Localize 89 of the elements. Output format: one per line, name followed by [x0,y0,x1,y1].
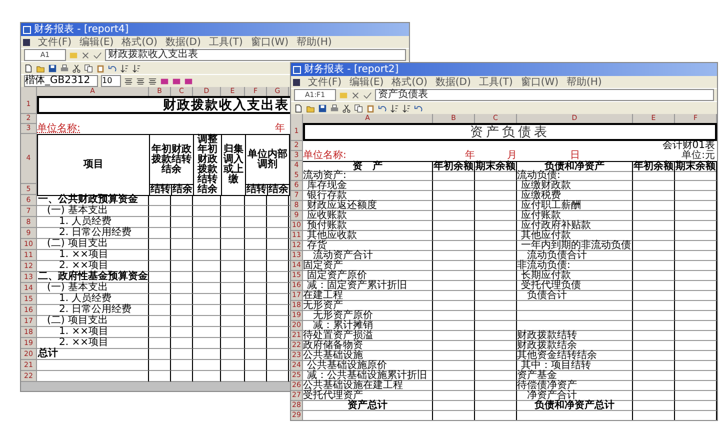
menu-item[interactable]: 工具(T) [208,36,243,48]
table-cell: 其他应收款 [303,231,433,241]
table-cell: 减：累计摊销 [303,321,433,331]
table-cell: 二、政府性基金预算资金 [37,272,149,283]
menu-item[interactable]: 格式(O) [392,76,428,88]
table-cell: 财政拨款结余 [517,341,633,351]
table-cell: 减：公共基础设施累计折旧 [303,371,433,381]
table-cell: (一) 基本支出 [37,206,149,217]
table-cell: (二) 项目支出 [37,316,149,327]
table-cell: 1. ××项目 [37,250,149,261]
table-cell: 受托代理负债 [517,281,633,291]
year-label: 年 [465,151,475,161]
table-cell: 非流动负债: [517,261,633,271]
table-cell: 待处置资产损溢 [303,331,433,341]
table-cell: 待偿债净资产 [517,381,633,391]
table-cell: 一年内到期的非流动负债 [517,241,633,251]
table-cell: 负债和净资产总计 [517,401,633,411]
table-cell: 负债合计 [517,291,633,301]
font-name-dropdown[interactable]: 楷体_GB2312 [24,75,98,87]
table-cell: 减：固定资产累计折旧 [303,281,433,291]
table-cell: 应缴税费 [517,191,633,201]
menu-item[interactable]: 窗口(W) [250,36,289,48]
table-cell: 流动负债合计 [517,251,633,261]
column-heading: 归集调入或上缴 [221,134,246,196]
table-cell: 库存现金 [303,181,433,191]
table-cell: 其他应付款 [517,231,633,241]
table-cell: 应收账款 [303,211,433,221]
table-cell: 1. 人员经费 [37,217,149,228]
table-cell: 受托代理资产 [303,391,433,401]
month-label: 月 [507,151,517,161]
table-cell: 其他资金结转结余 [517,351,633,361]
menu-item[interactable]: 帮助(H) [296,36,332,48]
table-cell: 应付政府补贴款 [517,221,633,231]
year-label: 年 [274,124,286,134]
formula-field[interactable]: 财政拨款收入支出表 [105,49,406,61]
table-cell: (二) 项目支出 [37,239,149,250]
table-cell: 应付职工薪酬 [517,201,633,211]
table-cell: 应缴财政款 [517,181,633,191]
table-cell: 应付账款 [517,211,633,221]
table-cell: 2. ××项目 [37,338,149,349]
window-title: 财务报表 - [report2] [304,64,399,76]
currency-unit-label: 单位:元 [682,151,715,161]
table-cell: (一) 基本支出 [37,283,149,294]
table-cell: 固定资产原价 [303,271,433,281]
font-size-dropdown[interactable]: 10 [101,75,121,87]
table-cell: 固定资产 [303,261,433,271]
table-cell: 流动负债: [517,171,633,181]
table-cell: 资产基金 [517,371,633,381]
unit-name-label: 单位名称: [303,151,348,161]
menu-item[interactable]: 编辑(E) [80,36,114,48]
table-cell: 净资产合计 [517,391,633,401]
table-cell: 1. 人员经费 [37,294,149,305]
table-cell: 公共基础设施在建工程 [303,381,433,391]
table-cell: 长期应付款 [517,271,633,281]
day-label: 日 [570,151,580,161]
table-cell: 1. ××项目 [37,327,149,338]
table-cell: 总计 [37,349,149,360]
table-cell: 银行存款 [303,191,433,201]
report-title: 财政拨款收入支出表 [163,97,289,114]
table-cell: 流动资产: [303,171,433,181]
table-cell: 资产总计 [303,401,433,411]
formula-field[interactable]: 资产负债表 [375,89,714,101]
table-cell: 财政拨款结转 [517,331,633,341]
menu-item[interactable]: 工具(T) [478,76,513,88]
table-cell: 政府储备物资 [303,341,433,351]
unit-name-label: 单位名称: [37,124,82,134]
menu-item[interactable]: 文件(F) [38,36,72,48]
table-cell: 无形资产 [303,301,433,311]
table-cell: 公共基础设施原价 [303,361,433,371]
table-cell: 流动资产合计 [303,251,433,261]
report-title: 资产负债表 [470,124,550,141]
table-cell: 其中：项目结转 [517,361,633,371]
menu-item[interactable]: 文件(F) [308,76,342,88]
menu-item[interactable]: 数据(D) [435,76,471,88]
table-cell: 2. 日常公用经费 [37,305,149,316]
table-cell: 无形资产原价 [303,311,433,321]
table-cell: 在建工程 [303,291,433,301]
table-cell: 存货 [303,241,433,251]
menu-item[interactable]: 编辑(E) [350,76,384,88]
table-cell: 2. 日常公用经费 [37,228,149,239]
table-cell: 财政应返还额度 [303,201,433,211]
menu-item[interactable]: 窗口(W) [520,76,559,88]
menu-item[interactable]: 格式(O) [122,36,158,48]
menu-item[interactable]: 帮助(H) [566,76,602,88]
window-title: 财务报表 - [report4] [34,24,129,36]
column-heading: 项目 [37,134,150,196]
table-cell: 公共基础设施 [303,351,433,361]
menu-item[interactable]: 数据(D) [165,36,201,48]
table-cell: 预付账款 [303,221,433,231]
